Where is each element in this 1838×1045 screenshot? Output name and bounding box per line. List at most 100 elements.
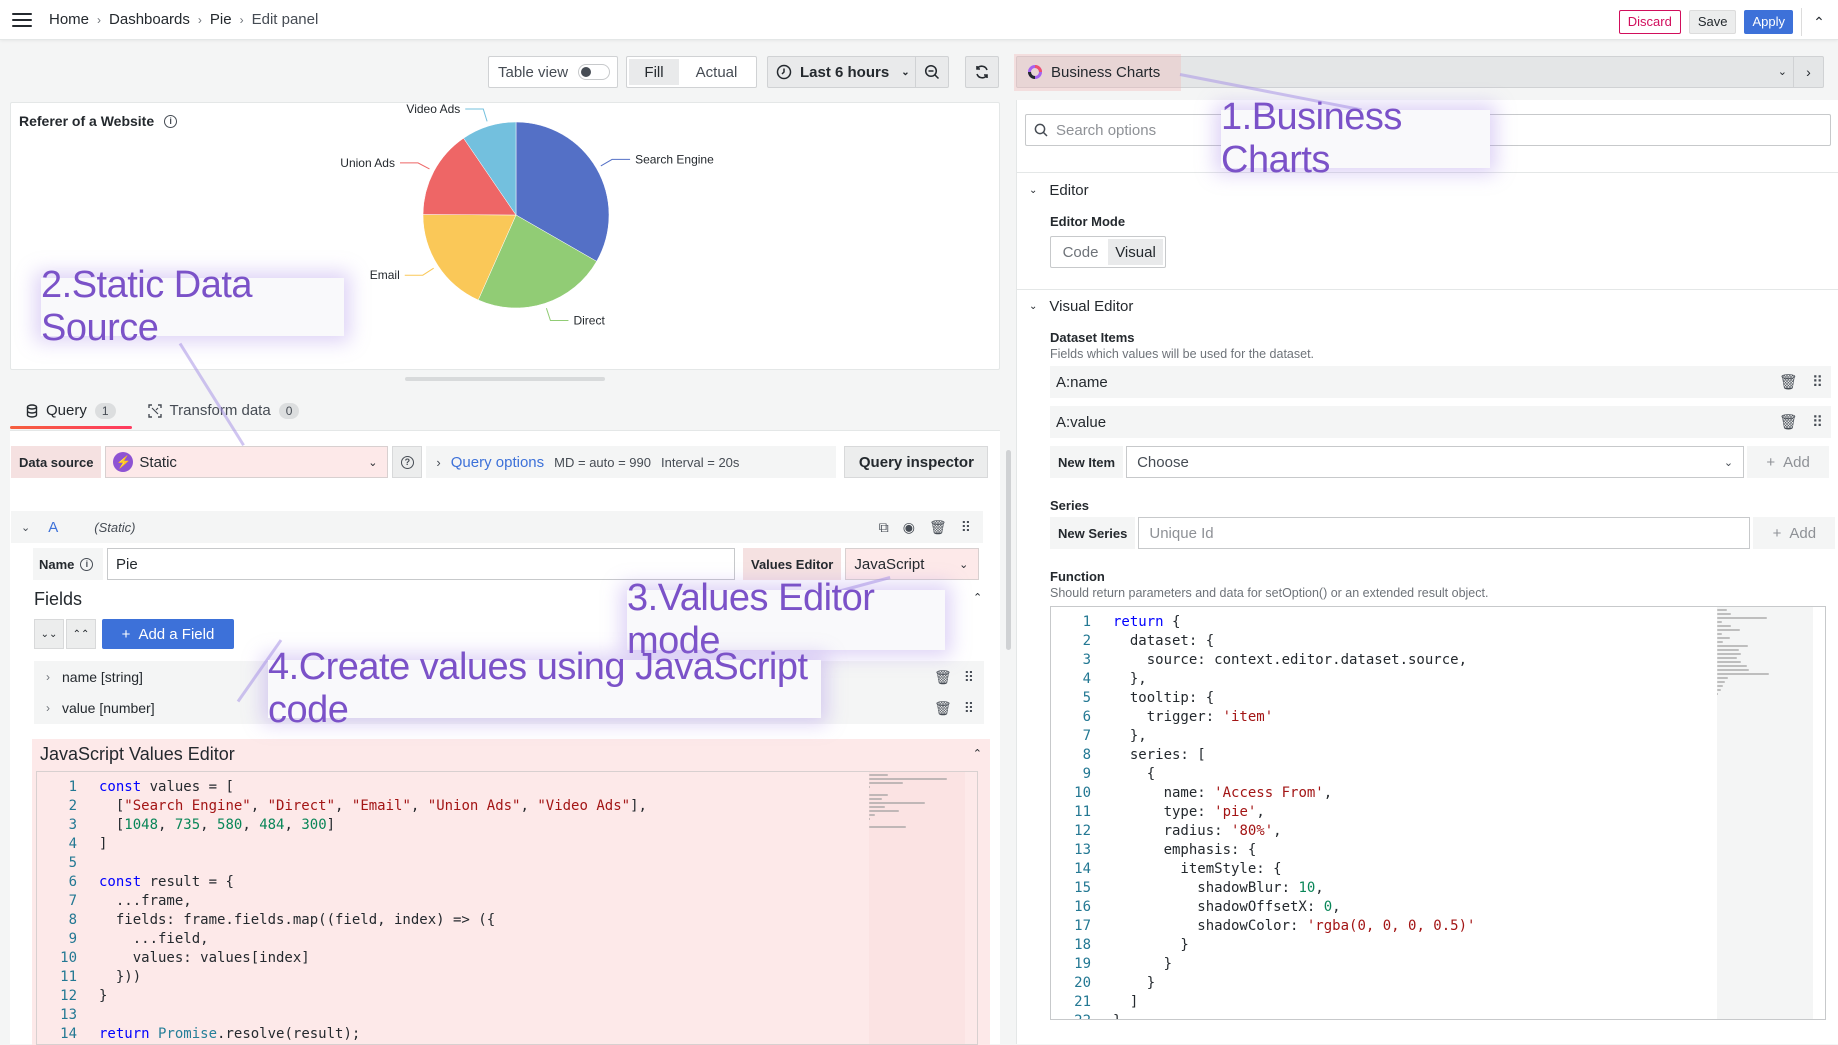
drag-handle-icon[interactable]: ⠿ <box>964 669 974 686</box>
tab-query[interactable]: Query 1 <box>10 396 132 429</box>
code-text: const values = [ <box>99 779 234 795</box>
line-number: 12 <box>1074 823 1091 839</box>
collapse-all-button[interactable]: ⌃⌃ <box>66 619 96 649</box>
refresh-button[interactable] <box>965 56 999 88</box>
breadcrumb-home[interactable]: Home <box>49 11 89 28</box>
dataset-item[interactable]: A:name 🗑 ⠿ <box>1050 366 1831 398</box>
line-number: 17 <box>1074 918 1091 934</box>
query-options-link[interactable]: Query options <box>451 454 544 471</box>
line-number: 2 <box>68 798 77 814</box>
chevron-right-icon: › <box>436 454 441 470</box>
editor-section-header[interactable]: ⌄ Editor <box>1029 182 1089 199</box>
minimap[interactable] <box>1717 607 1813 1019</box>
chevron-up-icon[interactable]: ⌃ <box>973 747 982 760</box>
chevron-down-icon: ⌄ <box>901 66 910 78</box>
plus-icon: + <box>121 625 131 643</box>
chevron-up-icon[interactable]: ⌃ <box>1810 14 1828 31</box>
transform-icon <box>147 403 162 418</box>
name-input[interactable]: Pie <box>107 548 735 580</box>
query-ref-id[interactable]: A <box>48 519 58 536</box>
fill-option[interactable]: Fill <box>629 59 679 85</box>
hamburger-icon[interactable] <box>12 12 32 27</box>
add-series-button[interactable]: + Add <box>1753 517 1836 549</box>
scrollbar[interactable] <box>1006 450 1011 650</box>
code-line: 5 <box>37 854 857 873</box>
breadcrumb-dashboards[interactable]: Dashboards <box>109 11 190 28</box>
expand-all-button[interactable]: ⌄⌄ <box>34 619 64 649</box>
drag-handle-icon[interactable]: ⠿ <box>964 700 974 717</box>
eye-icon[interactable]: ◉ <box>903 519 915 536</box>
values-editor-value: JavaScript <box>854 555 925 573</box>
splitter-handle[interactable] <box>405 377 605 381</box>
code-line: 3 [1048, 735, 580, 484, 300] <box>37 816 857 835</box>
apply-button[interactable]: Apply <box>1744 10 1793 34</box>
fields-title: Fields <box>34 589 83 609</box>
help-button[interactable]: ? <box>392 446 423 478</box>
mode-visual[interactable]: Visual <box>1108 239 1163 265</box>
code-line: 19 } <box>1051 955 1705 974</box>
save-button[interactable]: Save <box>1688 10 1737 34</box>
drag-handle-icon[interactable]: ⠿ <box>961 519 971 536</box>
code-text: shadowColor: 'rgba(0, 0, 0, 0.5)' <box>1113 918 1476 934</box>
dataset-item[interactable]: A:value 🗑 ⠿ <box>1050 406 1831 438</box>
query-options[interactable]: › Query options MD = auto = 990 Interval… <box>426 446 837 478</box>
mode-code[interactable]: Code <box>1053 239 1108 265</box>
dataset-items-desc: Fields which values will be used for the… <box>1050 347 1315 361</box>
data-source-picker[interactable]: ⚡ Static ⌄ <box>105 446 389 478</box>
zoom-out-button[interactable] <box>916 64 948 80</box>
code-text: ["Search Engine", "Direct", "Email", "Un… <box>99 798 647 814</box>
new-item-select[interactable]: Choose ⌄ <box>1126 446 1745 478</box>
code-text: const result = { <box>99 874 234 890</box>
new-series-input[interactable]: Unique Id <box>1138 517 1751 549</box>
minimap[interactable] <box>869 772 965 1044</box>
trash-icon[interactable]: 🗑 <box>1779 373 1798 391</box>
dataset-item-label: A:value <box>1056 413 1107 431</box>
chevron-down-icon[interactable]: ⌄ <box>21 521 30 534</box>
code-line: 20 } <box>1051 974 1705 993</box>
trash-icon[interactable]: 🗑 <box>934 669 952 686</box>
actual-option[interactable]: Actual <box>679 59 754 85</box>
table-view-toggle[interactable]: Table view <box>488 56 618 88</box>
code-text: { <box>1113 766 1156 782</box>
size-mode-switch: Fill Actual <box>626 56 757 88</box>
line-number: 10 <box>1074 785 1091 801</box>
drag-handle-icon[interactable]: ⠿ <box>1812 413 1823 431</box>
data-source-value: Static <box>139 453 177 471</box>
trash-icon[interactable]: 🗑 <box>1779 413 1798 431</box>
visual-editor-section-header[interactable]: ⌄ Visual Editor <box>1029 298 1133 315</box>
add-item-button[interactable]: + Add <box>1747 446 1830 478</box>
discard-button[interactable]: Discard <box>1618 10 1681 34</box>
code-line: 1 return { <box>1051 613 1705 632</box>
code-text: })) <box>99 969 142 985</box>
line-number: 8 <box>1082 747 1091 763</box>
js-code-editor[interactable]: 1 const values = [2 ["Search Engine", "Di… <box>36 771 978 1045</box>
chevron-down-icon: ⌄ <box>1029 185 1038 196</box>
code-line: 8 fields: frame.fields.map((field, index… <box>37 911 857 930</box>
name-label-text: Name <box>39 556 75 572</box>
chevron-up-icon[interactable]: ⌃ <box>973 591 982 604</box>
annotation-business-charts: 1.Business Charts <box>1221 96 1490 181</box>
question-icon: ? <box>400 455 414 469</box>
drag-handle-icon[interactable]: ⠿ <box>1812 373 1823 391</box>
breadcrumb-pie[interactable]: Pie <box>210 11 232 28</box>
toggle-switch[interactable] <box>578 64 611 80</box>
chevron-right-icon[interactable]: › <box>1793 57 1823 87</box>
function-code-editor[interactable]: 1 return {2 dataset: {3 source: context.e… <box>1050 606 1826 1020</box>
code-text: shadowBlur: 10, <box>1113 880 1324 896</box>
trash-icon[interactable]: 🗑 <box>929 519 947 536</box>
visualization-picker[interactable]: Business Charts ⌄ › <box>1014 54 1824 91</box>
line-number: 6 <box>68 874 77 890</box>
time-range-picker: Last 6 hours ⌄ <box>767 56 949 88</box>
database-icon <box>26 403 38 418</box>
code-text: fields: frame.fields.map((field, index) … <box>99 912 496 928</box>
query-inspector-button[interactable]: Query inspector <box>844 446 989 478</box>
editor-mode-label: Editor Mode <box>1050 214 1126 229</box>
code-text: tooltip: { <box>1113 690 1215 706</box>
time-range-button[interactable]: Last 6 hours ⌄ <box>768 57 916 87</box>
values-editor-select[interactable]: JavaScript ⌄ <box>845 548 980 580</box>
line-number: 8 <box>68 912 77 928</box>
trash-icon[interactable]: 🗑 <box>934 700 952 717</box>
duplicate-icon[interactable]: ⧉ <box>879 519 889 536</box>
info-icon[interactable]: i <box>80 557 94 571</box>
add-field-button[interactable]: + Add a Field <box>102 619 234 649</box>
